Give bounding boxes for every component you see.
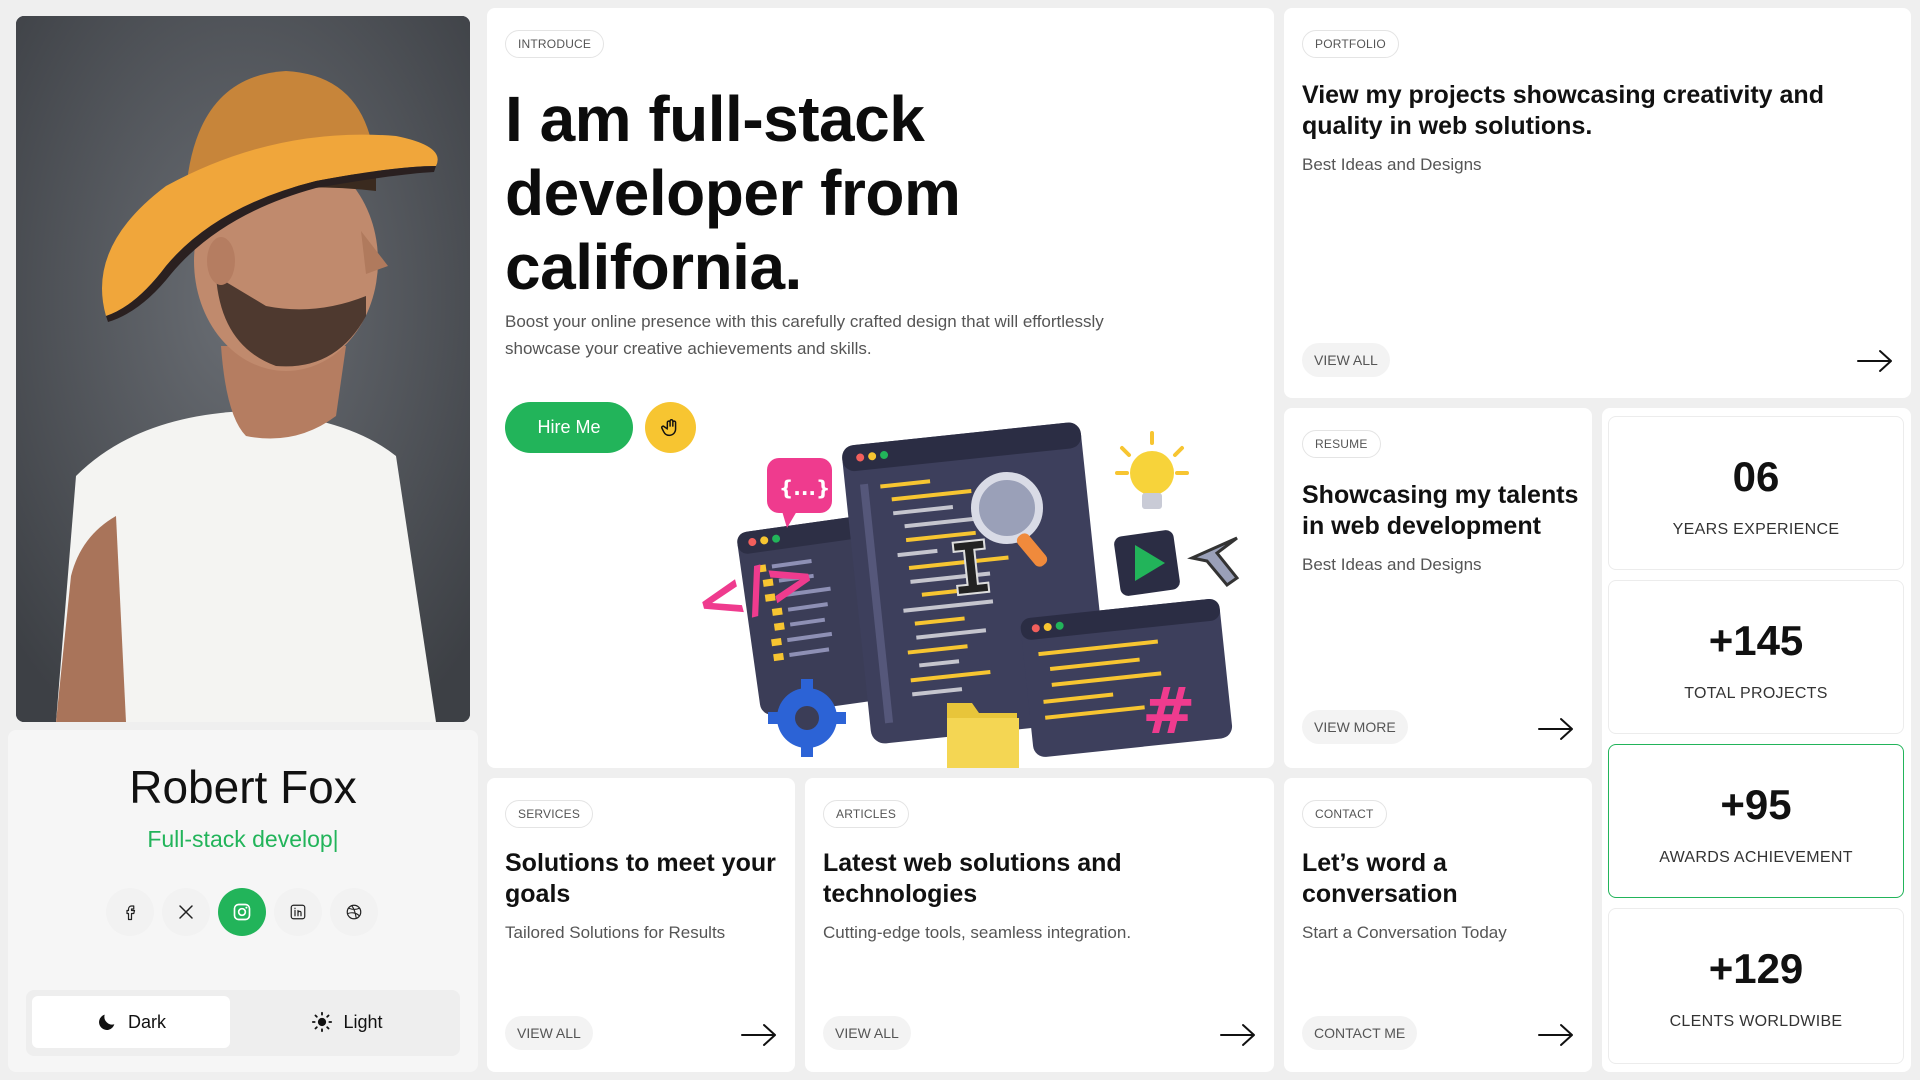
stat-label: CLENTS WORLDWIBE [1669, 1013, 1843, 1030]
hire-me-button[interactable]: Hire Me [505, 402, 633, 453]
facebook-link[interactable] [106, 888, 154, 936]
articles-title-line-2: technologies [823, 880, 978, 908]
articles-card: ARTICLES Latest web solutions and techno… [805, 778, 1274, 1072]
services-title-line-1: Solutions to meet your [505, 849, 776, 877]
contact-card: CONTACT Let’s word a conversation Start … [1284, 778, 1592, 1072]
theme-toggle: Dark Light [26, 990, 460, 1056]
portfolio-view-all-link[interactable]: VIEW ALL [1302, 343, 1390, 377]
dribbble-link[interactable] [330, 888, 378, 936]
stat-number: 06 [1732, 453, 1780, 500]
x-icon [179, 905, 193, 919]
intro-description-line-1: Boost your online presence with this car… [505, 312, 1104, 331]
portfolio-title: View my projects showcasing creativity a… [1302, 80, 1862, 142]
theme-light-label: Light [343, 1011, 383, 1032]
services-arrow-icon[interactable] [740, 1023, 778, 1047]
facebook-icon [126, 905, 136, 921]
stat-number: +95 [1720, 781, 1792, 828]
profile-info-card: Robert Fox Full-stack develop| Dark Ligh… [8, 730, 478, 1072]
intro-headline-line-1: I am full-stack [505, 83, 925, 155]
resume-tag: RESUME [1302, 430, 1381, 458]
stats-column: 06 YEARS EXPERIENCE +145 TOTAL PROJECTS … [1602, 408, 1911, 1072]
profile-role: Full-stack develop| [147, 826, 339, 852]
contact-me-link[interactable]: CONTACT ME [1302, 1016, 1418, 1050]
sun-icon [312, 1011, 333, 1033]
stat-label: YEARS EXPERIENCE [1672, 521, 1840, 538]
resume-title: Showcasing my talents in web development [1302, 480, 1582, 542]
contact-subtitle: Start a Conversation Today [1302, 923, 1507, 942]
portfolio-subtitle: Best Ideas and Designs [1302, 155, 1482, 174]
svg-text:#: # [1142, 675, 1196, 749]
intro-headline: I am full-stack developer from californi… [505, 82, 961, 304]
services-subtitle: Tailored Solutions for Results [505, 923, 726, 942]
instagram-icon [233, 903, 251, 921]
contact-title-line-1: Let’s word a [1302, 849, 1447, 877]
stat-label: AWARDS ACHIEVEMENT [1659, 849, 1853, 866]
stat-card-highlight: +95 AWARDS ACHIEVEMENT [1608, 744, 1904, 898]
services-title-line-2: goals [505, 880, 571, 908]
intro-description-line-2: showcase your creative achievements and … [505, 339, 872, 358]
contact-hand-button[interactable] [645, 402, 696, 453]
theme-dark-button[interactable]: Dark [32, 996, 230, 1048]
intro-description: Boost your online presence with this car… [505, 308, 1104, 362]
stat-number: +129 [1708, 945, 1804, 992]
profile-photo-card [16, 16, 470, 722]
services-card: SERVICES Solutions to meet your goals Ta… [487, 778, 795, 1072]
stat-card: 06 YEARS EXPERIENCE [1608, 416, 1904, 570]
articles-view-all-link[interactable]: VIEW ALL [823, 1016, 911, 1050]
instagram-link[interactable] [218, 888, 266, 936]
hand-icon [660, 418, 676, 436]
contact-title: Let’s word a conversation [1302, 848, 1582, 910]
moon-icon [99, 1014, 115, 1030]
resume-title-line-1: Showcasing my talents [1302, 481, 1579, 509]
portfolio-tag: PORTFOLIO [1302, 30, 1399, 58]
portfolio-title-line-1: View my projects showcasing creativity a… [1302, 81, 1824, 109]
resume-card: RESUME Showcasing my talents in web deve… [1284, 408, 1592, 768]
intro-headline-line-3: california. [505, 231, 802, 303]
contact-arrow-icon[interactable] [1537, 1023, 1575, 1047]
profile-photo [16, 16, 470, 722]
linkedin-icon [290, 904, 306, 920]
intro-card: INTRODUCE I am full-stack developer from… [487, 8, 1274, 768]
developer-illustration: I {...} </> # [697, 422, 1240, 768]
intro-headline-line-2: developer from [505, 157, 961, 229]
dribbble-icon [346, 904, 362, 920]
profile-name: Robert Fox [129, 761, 357, 813]
linkedin-link[interactable] [274, 888, 322, 936]
stat-label: TOTAL PROJECTS [1684, 685, 1828, 702]
services-view-all-link[interactable]: VIEW ALL [505, 1016, 593, 1050]
resume-subtitle: Best Ideas and Designs [1302, 555, 1482, 574]
resume-arrow-icon[interactable] [1537, 717, 1575, 741]
stat-card: +129 CLENTS WORLDWIBE [1608, 908, 1904, 1064]
theme-dark-label: Dark [127, 1011, 166, 1032]
portfolio-title-line-2: quality in web solutions. [1302, 112, 1593, 140]
intro-tag: INTRODUCE [505, 30, 605, 58]
services-title: Solutions to meet your goals [505, 848, 785, 910]
stat-number: +145 [1708, 617, 1804, 664]
x-link[interactable] [162, 888, 210, 936]
articles-tag: ARTICLES [823, 800, 910, 828]
articles-subtitle: Cutting-edge tools, seamless integration… [823, 923, 1132, 942]
portfolio-card: PORTFOLIO View my projects showcasing cr… [1284, 8, 1911, 398]
articles-title-line-1: Latest web solutions and [823, 849, 1122, 877]
contact-tag: CONTACT [1302, 800, 1387, 828]
svg-text:{...}: {...} [779, 476, 830, 500]
articles-title: Latest web solutions and technologies [823, 848, 1253, 910]
theme-light-button[interactable]: Light [248, 996, 446, 1048]
articles-arrow-icon[interactable] [1219, 1023, 1257, 1047]
contact-title-line-2: conversation [1302, 880, 1458, 908]
portfolio-arrow-icon[interactable] [1856, 349, 1894, 373]
resume-view-more-link[interactable]: VIEW MORE [1302, 710, 1408, 744]
services-tag: SERVICES [505, 800, 594, 828]
stat-card: +145 TOTAL PROJECTS [1608, 580, 1904, 734]
resume-title-line-2: in web development [1302, 512, 1541, 540]
